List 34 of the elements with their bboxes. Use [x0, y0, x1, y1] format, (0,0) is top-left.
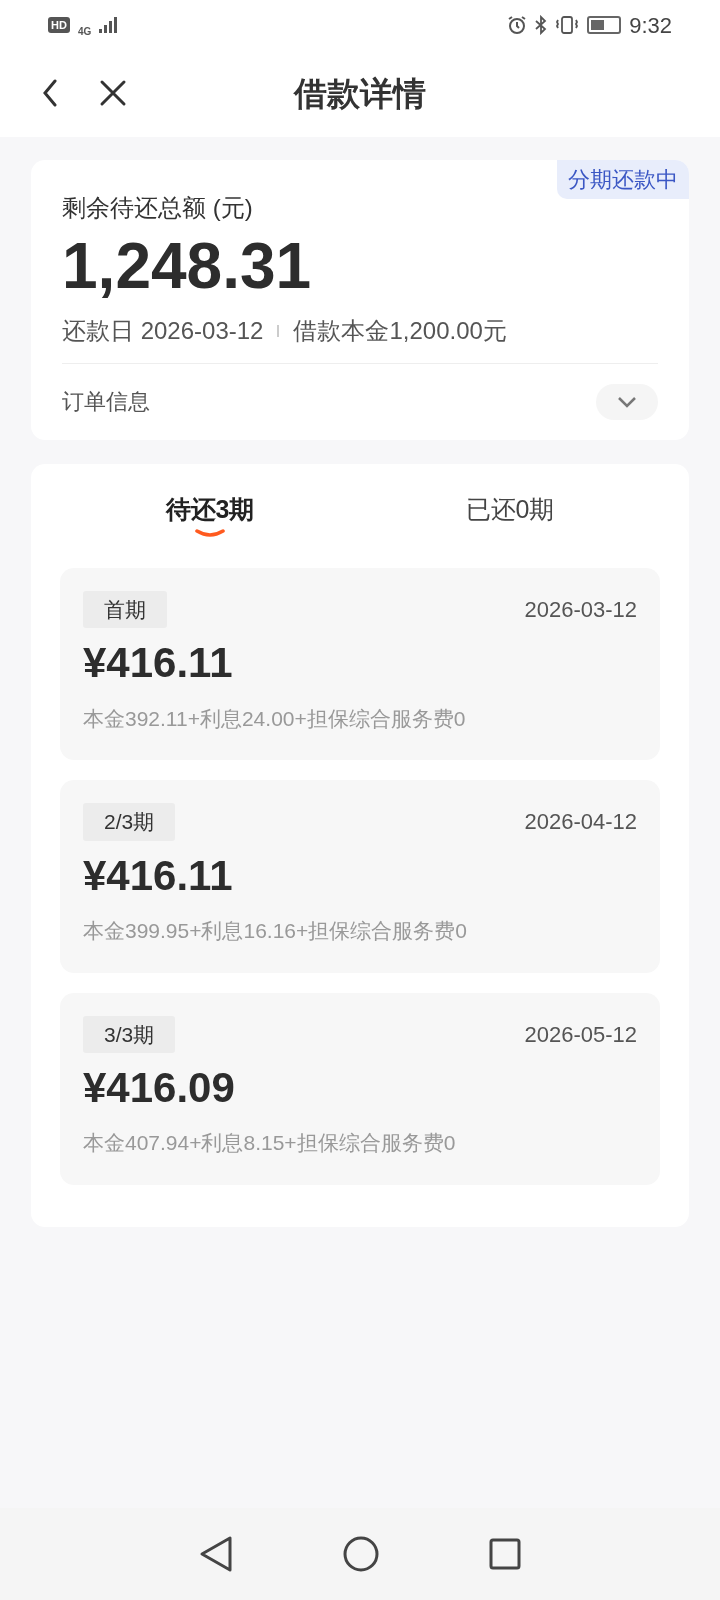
hd-badge: HD: [48, 17, 70, 33]
period-tag: 2/3期: [83, 803, 176, 841]
period-tag: 首期: [83, 590, 167, 629]
period-tag: 3/3期: [83, 1015, 176, 1054]
back-nav-button[interactable]: [199, 1535, 233, 1573]
installment-amount: ¥416.09: [83, 1063, 236, 1114]
total-amount: 1,248.31: [62, 229, 313, 304]
battery-icon: [587, 16, 622, 34]
principal-amount: 借款本金1,200.00元: [293, 315, 507, 346]
amount-breakdown: 本金407.94+利息8.15+担保综合服务费0: [83, 1130, 457, 1157]
clock-time: 9:32: [629, 11, 672, 40]
due-date: 还款日 2026-03-12: [62, 315, 264, 346]
due-date: 2026-03-12: [524, 596, 637, 625]
installment-amount: ¥416.11: [83, 638, 234, 689]
amount-breakdown: 本金399.95+利息16.16+担保综合服务费0: [83, 918, 468, 945]
amount-label: 剩余待还总额 (元): [62, 193, 254, 223]
recents-nav-button[interactable]: [489, 1538, 521, 1570]
vibrate-icon: [555, 15, 580, 35]
bluetooth-icon: [535, 15, 548, 35]
due-date: 2026-04-12: [524, 808, 637, 837]
amount-breakdown: 本金392.11+利息24.00+担保综合服务费0: [83, 705, 467, 732]
alarm-icon: [507, 15, 528, 35]
tab-indicator: [195, 528, 225, 537]
page-title: 借款详情: [294, 73, 426, 114]
installment-amount: ¥416.11: [83, 850, 234, 901]
signal-icon: [99, 17, 120, 33]
status-badge: 分期还款中: [557, 160, 689, 199]
order-info-label: 订单信息: [62, 388, 150, 417]
tab[interactable]: 已还0期: [360, 489, 660, 546]
home-nav-button[interactable]: [343, 1536, 379, 1572]
network-label: 4G: [77, 27, 92, 37]
chevron-down-icon: [617, 395, 637, 408]
tab[interactable]: 待还3期: [60, 489, 360, 546]
due-date: 2026-05-12: [524, 1020, 637, 1049]
